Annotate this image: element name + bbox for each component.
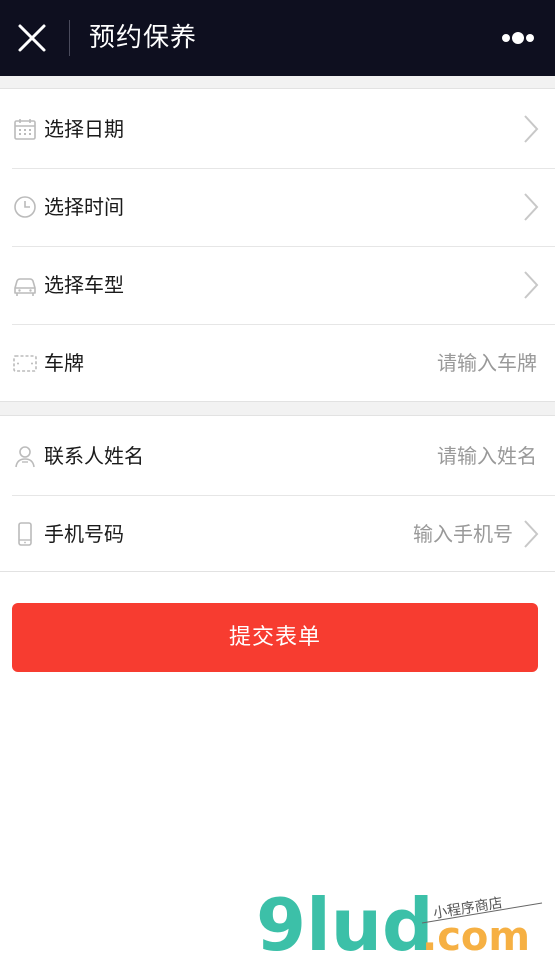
phone-label: 手机号码 bbox=[44, 522, 124, 546]
phone-row: 手机号码 bbox=[0, 495, 555, 573]
navbar-divider bbox=[69, 20, 70, 56]
select-date-row[interactable]: 选择日期 bbox=[0, 90, 555, 168]
select-car-model-label: 选择车型 bbox=[44, 273, 124, 297]
select-date-label: 选择日期 bbox=[44, 117, 124, 141]
plate-row: 车牌 bbox=[0, 324, 555, 402]
more-button[interactable] bbox=[496, 26, 540, 50]
section-gap bbox=[0, 76, 555, 89]
contact-name-row: 联系人姓名 bbox=[0, 417, 555, 495]
plate-input[interactable] bbox=[337, 324, 537, 402]
contact-name-label: 联系人姓名 bbox=[44, 444, 144, 468]
car-icon bbox=[14, 278, 36, 296]
calendar-icon bbox=[14, 119, 36, 140]
clock-icon bbox=[14, 196, 36, 218]
more-dots-icon bbox=[502, 32, 534, 44]
submit-button[interactable]: 提交表单 bbox=[12, 603, 538, 672]
select-time-label: 选择时间 bbox=[44, 195, 124, 219]
close-icon bbox=[18, 24, 46, 52]
plate-label: 车牌 bbox=[44, 351, 84, 375]
contact-name-input[interactable] bbox=[337, 417, 537, 495]
phone-input[interactable] bbox=[313, 495, 513, 573]
select-time-row[interactable]: 选择时间 bbox=[0, 168, 555, 246]
chevron-right-icon bbox=[524, 520, 539, 548]
booking-section: 选择日期 选择时间 选择车型 车牌 请输入车牌 bbox=[0, 90, 555, 402]
license-plate-icon bbox=[13, 355, 37, 372]
watermark-brand: 9lud bbox=[256, 886, 434, 956]
page: 预约保养 选择日期 选择时间 选择车型 车牌 请输入车牌 联系人姓名 请输入姓名… bbox=[0, 0, 555, 960]
phone-icon bbox=[18, 522, 32, 546]
chevron-right-icon bbox=[524, 271, 539, 299]
chevron-right-icon bbox=[524, 193, 539, 221]
person-icon bbox=[15, 446, 35, 468]
section-gap bbox=[0, 401, 555, 416]
select-car-model-row[interactable]: 选择车型 bbox=[0, 246, 555, 324]
navbar: 预约保养 bbox=[0, 0, 555, 76]
contact-section: 联系人姓名 手机号码 bbox=[0, 417, 555, 573]
section-divider bbox=[0, 571, 555, 572]
chevron-right-icon bbox=[524, 115, 539, 143]
watermark-logo: 9lud .com 小程序商店 bbox=[256, 886, 543, 956]
close-button[interactable] bbox=[14, 20, 50, 56]
page-title: 预约保养 bbox=[89, 23, 198, 53]
